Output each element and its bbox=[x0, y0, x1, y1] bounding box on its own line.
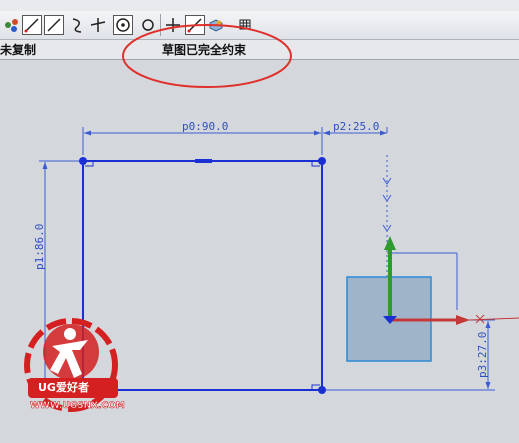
datum-csys[interactable] bbox=[346, 236, 519, 362]
graphics-window[interactable]: p0:90.0 p2:25.0 p1:86.0 p3:27.0 UG爱好者 WW… bbox=[0, 60, 519, 443]
dimension-p1-label: p1:86.0 bbox=[33, 224, 46, 270]
svg-text:WWW.UGSNX.COM: WWW.UGSNX.COM bbox=[30, 401, 125, 411]
x-axis-arrow-icon bbox=[456, 315, 470, 325]
y-axis-arrow-icon bbox=[384, 236, 396, 250]
dimension-p2-label: p2:25.0 bbox=[333, 120, 379, 133]
rect-corner-point[interactable] bbox=[318, 157, 326, 165]
svg-text:UG爱好者: UG爱好者 bbox=[38, 380, 89, 394]
rect-corner-point[interactable] bbox=[318, 386, 326, 394]
dimension-p0-label: p0:90.0 bbox=[182, 120, 228, 133]
rect-corner-point[interactable] bbox=[79, 157, 87, 165]
dimension-p3-label: p3:27.0 bbox=[476, 332, 489, 378]
ugsnx-watermark-logo: UG爱好者 WWW.UGSNX.COM bbox=[24, 318, 125, 412]
